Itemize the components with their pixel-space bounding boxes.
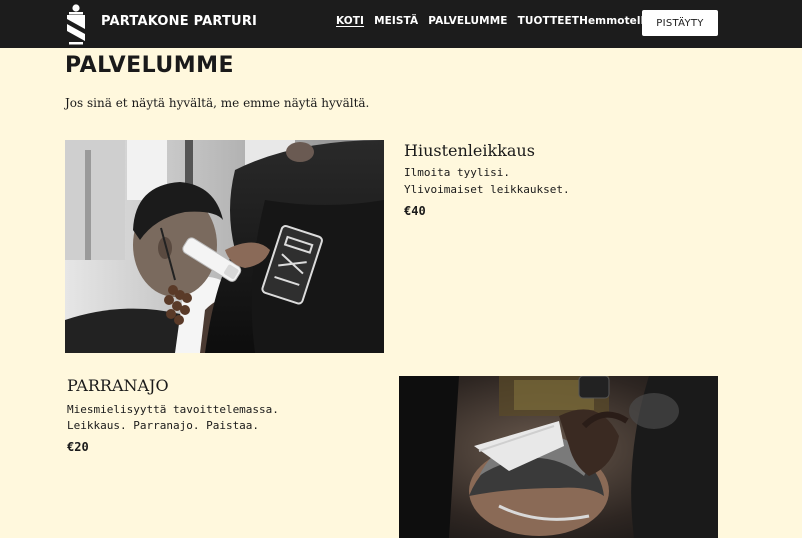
top-navigation-bar: PARTAKONE PARTURI KOTI MEISTÄ PALVELUMME… — [0, 0, 802, 48]
page-title: PALVELUMME — [65, 53, 235, 78]
service-description-line: Ylivoimaiset leikkaukset. — [404, 183, 570, 196]
main-nav: KOTI MEISTÄ PALVELUMME TUOTTEET Hemmotel… — [336, 15, 652, 27]
nav-item-palvelumme[interactable]: PALVELUMME — [428, 15, 507, 27]
service-price: €20 — [67, 440, 89, 454]
page-subtitle: Jos sinä et näytä hyvältä, me emme näytä… — [65, 96, 370, 110]
pistayty-button[interactable]: PISTÄYTY — [642, 10, 718, 36]
nav-item-koti[interactable]: KOTI — [336, 15, 364, 27]
service-title-parranajo: PARRANAJO — [67, 376, 169, 395]
service-price: €40 — [404, 204, 426, 218]
shave-photo — [399, 376, 718, 538]
service-description-line: Leikkaus. Parranajo. Paistaa. — [67, 419, 260, 432]
nav-item-tuotteet[interactable]: TUOTTEET — [518, 15, 580, 27]
nav-item-meista[interactable]: MEISTÄ — [374, 15, 418, 27]
brand-name[interactable]: PARTAKONE PARTURI — [101, 14, 257, 29]
service-title-hiustenleikkaus: Hiustenleikkaus — [404, 141, 535, 160]
barber-pole-logo-icon[interactable] — [64, 3, 88, 45]
nav-item-hemmotella[interactable]: Hemmotella — [579, 15, 651, 27]
haircut-photo — [65, 140, 384, 353]
service-description-line: Ilmoita tyylisi. — [404, 166, 510, 179]
service-description-line: Miesmielisyyttä tavoittelemassa. — [67, 403, 279, 416]
